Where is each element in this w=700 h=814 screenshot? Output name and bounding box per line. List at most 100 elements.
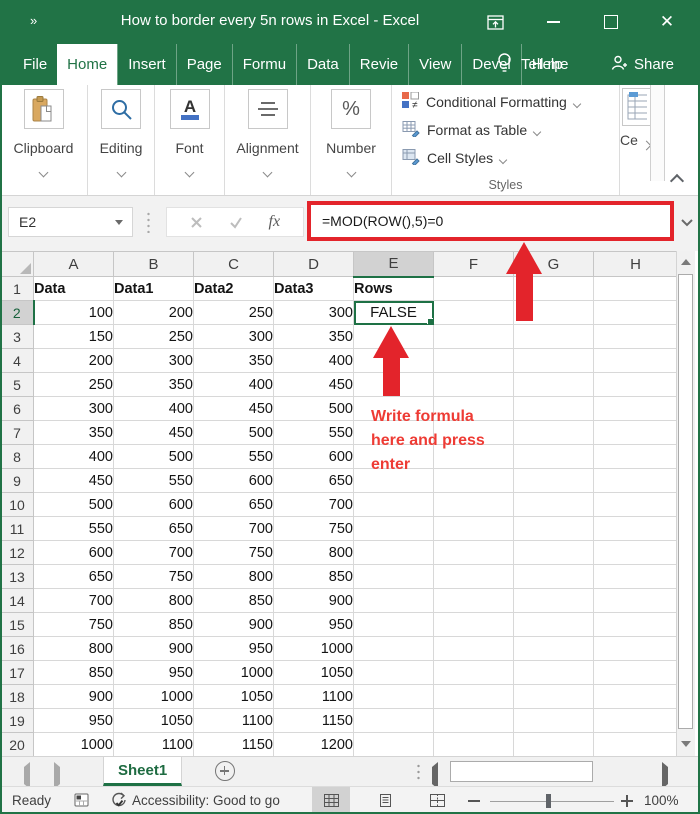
cell-b6[interactable]: 400 [114,397,194,421]
cell-b1[interactable]: Data1 [114,277,194,301]
cell-b13[interactable]: 750 [114,565,194,589]
cell-a11[interactable]: 550 [34,517,114,541]
styles-item-cell-styles[interactable]: Cell Styles [392,141,619,169]
cell-d14[interactable]: 900 [274,589,354,613]
cell-f12[interactable] [434,541,514,565]
cell-f2[interactable] [434,301,514,325]
row-header-20[interactable]: 20 [1,733,34,757]
chevron-down-icon[interactable] [348,163,355,181]
cell-h4[interactable] [594,349,678,373]
cell-d17[interactable]: 1050 [274,661,354,685]
cell-e14[interactable] [354,589,434,613]
cell-b18[interactable]: 1000 [114,685,194,709]
cell-c8[interactable]: 550 [194,445,274,469]
row-header-10[interactable]: 10 [1,493,34,517]
cell-b19[interactable]: 1050 [114,709,194,733]
cell-e12[interactable] [354,541,434,565]
cell-c19[interactable]: 1100 [194,709,274,733]
cell-h11[interactable] [594,517,678,541]
row-header-1[interactable]: 1 [1,277,34,301]
cell-a12[interactable]: 600 [34,541,114,565]
cell-h10[interactable] [594,493,678,517]
cell-e16[interactable] [354,637,434,661]
formula-bar-splitter[interactable] [147,211,150,233]
cell-b10[interactable]: 600 [114,493,194,517]
cell-d16[interactable]: 1000 [274,637,354,661]
scroll-left-icon[interactable] [432,767,438,785]
chevron-down-icon[interactable] [186,163,193,181]
cell-g14[interactable] [514,589,594,613]
zoom-slider-handle[interactable] [546,794,551,808]
row-header-4[interactable]: 4 [1,349,34,373]
cells-group-icon[interactable] [622,88,652,126]
cell-f18[interactable] [434,685,514,709]
cell-e1[interactable]: Rows [354,277,434,301]
cell-c20[interactable]: 1150 [194,733,274,757]
cell-g13[interactable] [514,565,594,589]
vertical-scrollbar[interactable] [676,251,695,756]
cell-f5[interactable] [434,373,514,397]
row-header-8[interactable]: 8 [1,445,34,469]
page-break-preview-button[interactable] [418,787,456,814]
cell-d12[interactable]: 800 [274,541,354,565]
column-header-h[interactable]: H [594,252,678,277]
share-button[interactable]: Share [610,44,674,85]
cell-g7[interactable] [514,421,594,445]
tab-data[interactable]: Data [296,44,349,85]
cell-c12[interactable]: 750 [194,541,274,565]
chevron-down-icon[interactable] [40,163,47,181]
cell-a2[interactable]: 100 [34,301,114,325]
cell-a17[interactable]: 850 [34,661,114,685]
record-macro-icon[interactable] [74,793,89,810]
expand-formula-bar-icon[interactable] [680,214,694,232]
accessibility-status[interactable]: Accessibility: Good to go [132,793,280,808]
column-header-f[interactable]: F [434,252,514,277]
cell-h18[interactable] [594,685,678,709]
cell-b4[interactable]: 300 [114,349,194,373]
row-header-6[interactable]: 6 [1,397,34,421]
cell-d4[interactable]: 400 [274,349,354,373]
cell-f1[interactable] [434,277,514,301]
cell-g3[interactable] [514,325,594,349]
cell-g16[interactable] [514,637,594,661]
cell-e15[interactable] [354,613,434,637]
cell-h7[interactable] [594,421,678,445]
cell-a18[interactable]: 900 [34,685,114,709]
chevron-down-icon[interactable] [118,163,125,181]
cell-a8[interactable]: 400 [34,445,114,469]
zoom-in-icon[interactable] [620,794,634,808]
cell-d10[interactable]: 700 [274,493,354,517]
cell-g11[interactable] [514,517,594,541]
cell-b16[interactable]: 900 [114,637,194,661]
cell-h9[interactable] [594,469,678,493]
name-box[interactable]: E2 [8,207,133,237]
cell-a9[interactable]: 450 [34,469,114,493]
cell-c7[interactable]: 500 [194,421,274,445]
column-header-d[interactable]: D [274,252,354,277]
cell-c15[interactable]: 900 [194,613,274,637]
cell-h17[interactable] [594,661,678,685]
cell-h19[interactable] [594,709,678,733]
cell-h1[interactable] [594,277,678,301]
cell-g15[interactable] [514,613,594,637]
scroll-up-icon[interactable] [677,251,695,272]
cell-c1[interactable]: Data2 [194,277,274,301]
row-header-2[interactable]: 2 [1,301,34,325]
cell-f13[interactable] [434,565,514,589]
cell-a10[interactable]: 500 [34,493,114,517]
tab-view[interactable]: View [408,44,461,85]
cell-d11[interactable]: 750 [274,517,354,541]
column-header-b[interactable]: B [114,252,194,277]
cell-a15[interactable]: 750 [34,613,114,637]
close-button[interactable]: ✕ [654,10,680,34]
cell-f11[interactable] [434,517,514,541]
formula-input[interactable]: =MOD(ROW(),5)=0 [311,213,443,229]
cell-a5[interactable]: 250 [34,373,114,397]
row-header-13[interactable]: 13 [1,565,34,589]
cell-g4[interactable] [514,349,594,373]
cell-h15[interactable] [594,613,678,637]
cell-b5[interactable]: 350 [114,373,194,397]
chevron-right-icon[interactable] [643,136,650,154]
column-header-c[interactable]: C [194,252,274,277]
cell-h2[interactable] [594,301,678,325]
